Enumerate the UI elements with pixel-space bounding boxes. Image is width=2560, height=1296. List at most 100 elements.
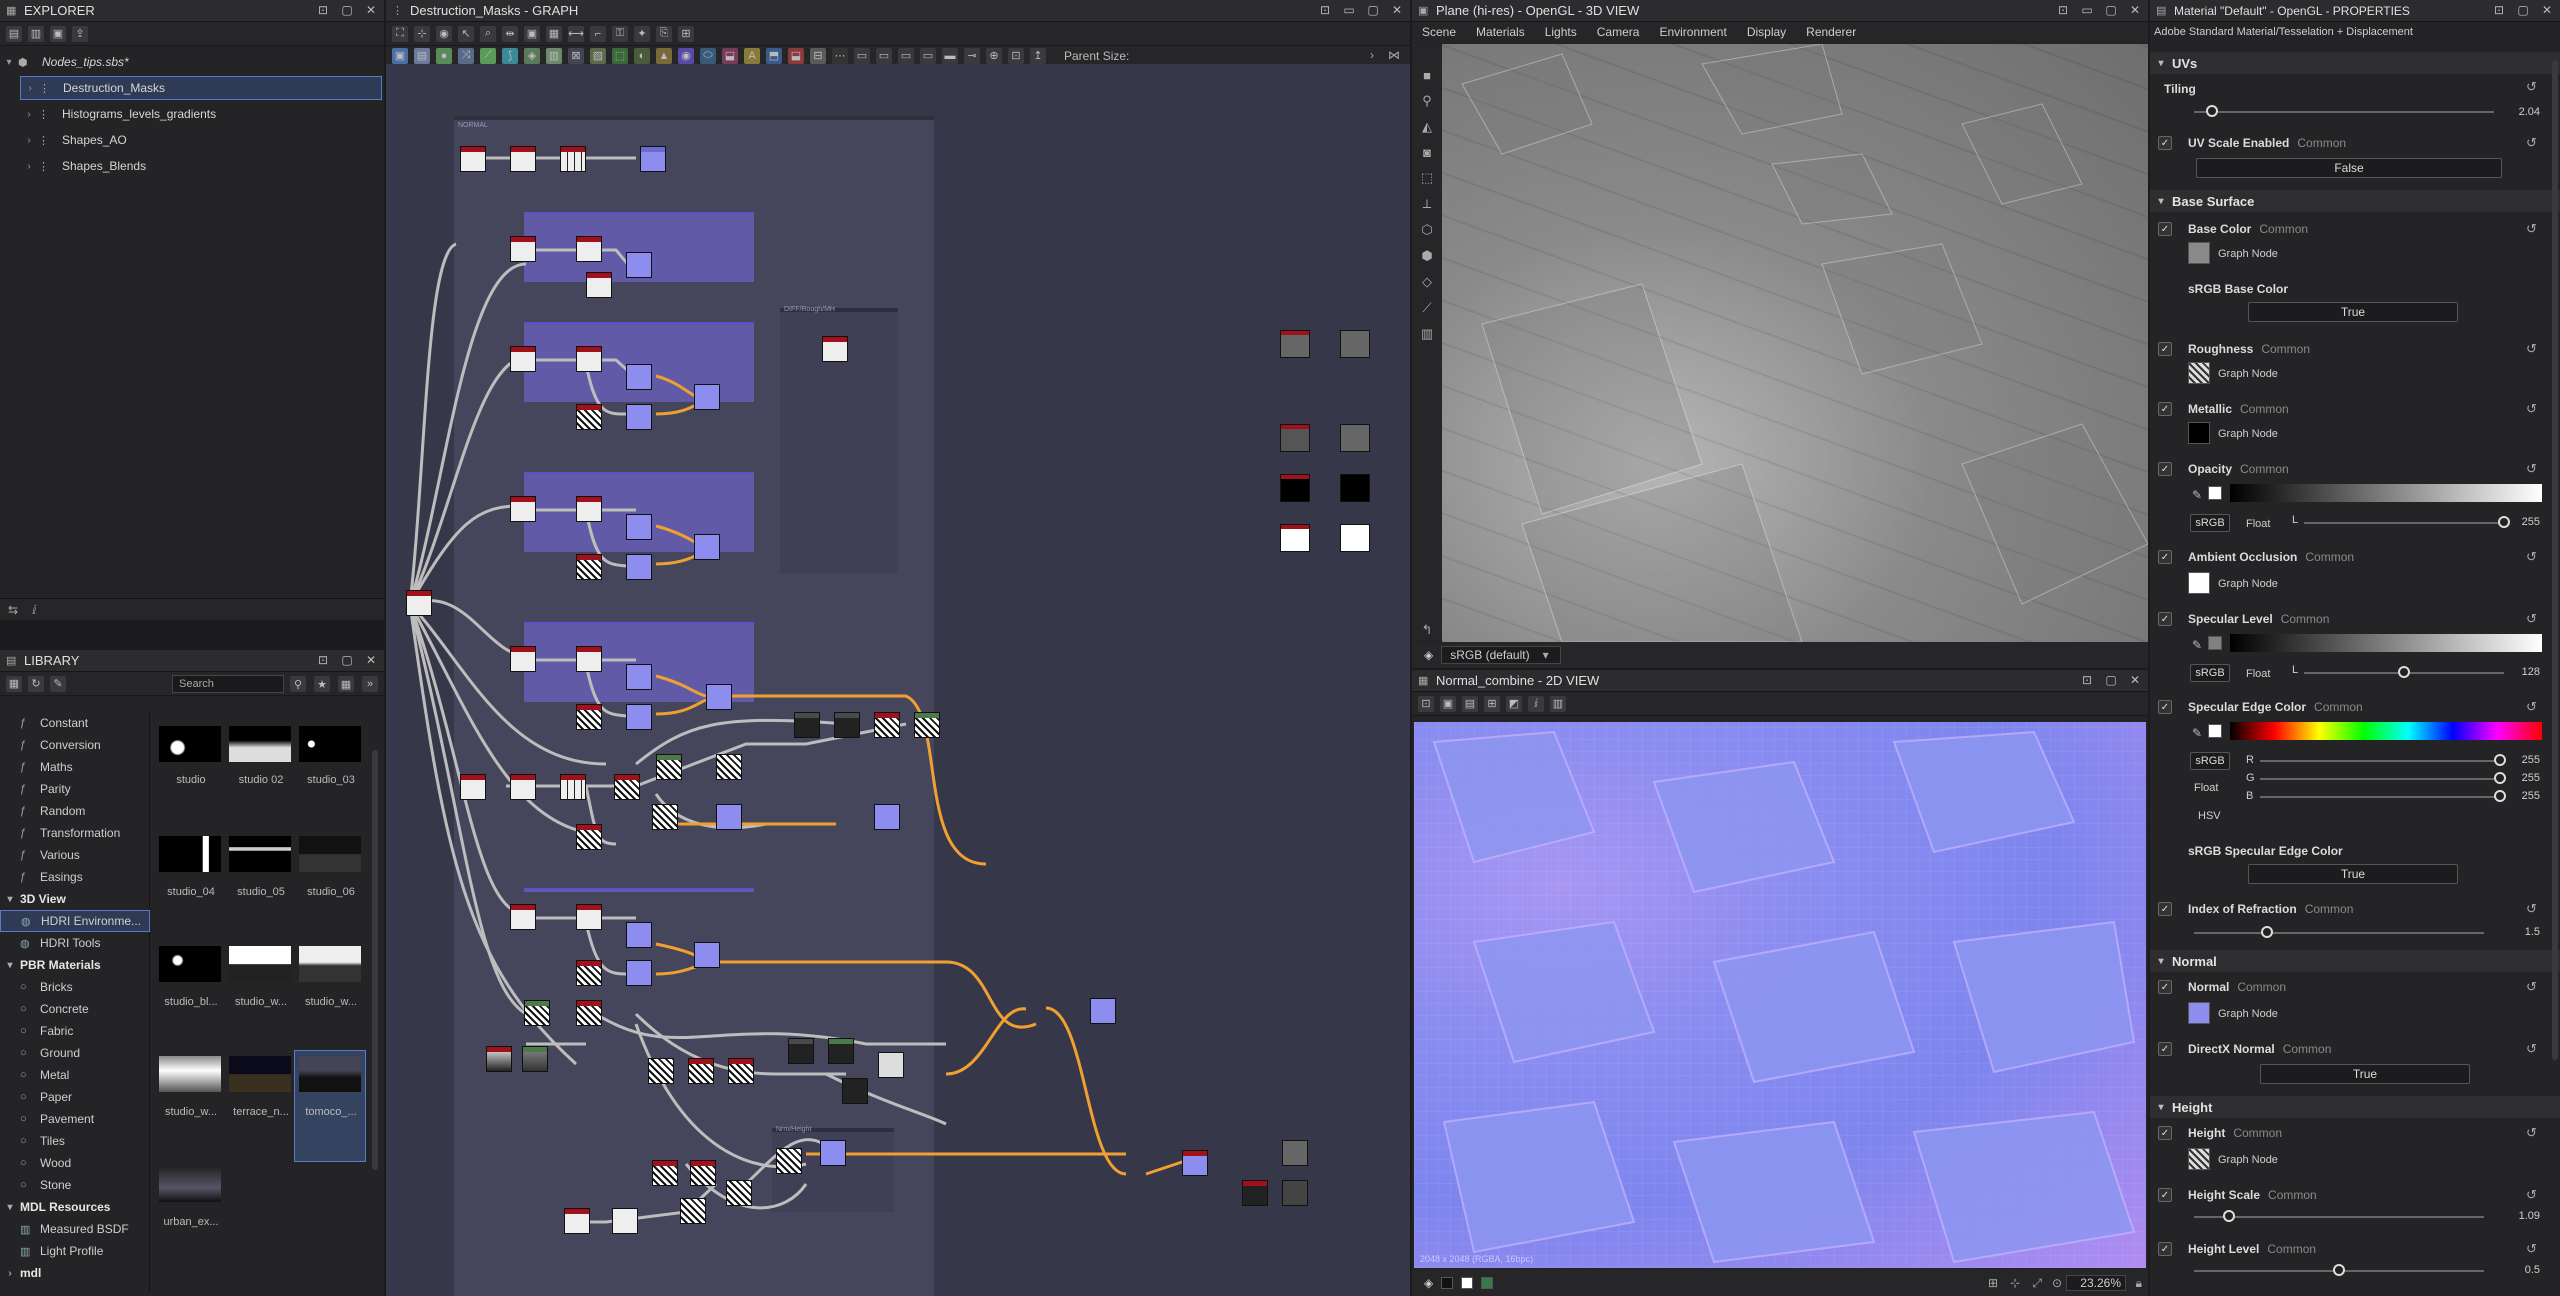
spectrum-gradient[interactable] — [2230, 722, 2542, 740]
thumb-urban[interactable] — [159, 1166, 221, 1202]
grid-icon[interactable]: ⊞ — [678, 25, 694, 42]
tiling-slider[interactable] — [2194, 111, 2494, 113]
opacity-srgb-button[interactable]: sRGB — [2190, 514, 2230, 532]
graph-node[interactable] — [612, 1208, 638, 1234]
save-image-icon[interactable]: ▣ — [1440, 695, 1456, 712]
eyedropper-icon[interactable]: ✎ — [2192, 638, 2202, 652]
base-color-swatch[interactable] — [2188, 242, 2210, 264]
pin-icon[interactable]: ⊡ — [2492, 3, 2506, 17]
grid-view-icon[interactable]: ▦ — [338, 676, 354, 692]
graph-node[interactable] — [694, 534, 720, 560]
tree-item-destruction-masks[interactable]: › ⋮ Destruction_Masks — [20, 76, 382, 100]
output-node-roughness-2[interactable] — [1340, 424, 1370, 452]
r-slider[interactable] — [2260, 760, 2504, 762]
graph-node[interactable] — [834, 712, 860, 738]
graph-node[interactable] — [728, 1058, 754, 1084]
specular-level-knob[interactable] — [2398, 666, 2410, 678]
maximize-icon[interactable]: ▢ — [340, 653, 354, 667]
bg-black-icon[interactable] — [1441, 1277, 1454, 1289]
graph-node[interactable] — [576, 404, 602, 430]
graph-node[interactable] — [614, 774, 640, 800]
eyedropper-icon[interactable]: ✎ — [2192, 726, 2202, 740]
graph-node[interactable] — [510, 774, 536, 800]
thumb-tomoco[interactable] — [299, 1056, 361, 1092]
graph-node[interactable] — [626, 960, 652, 986]
height-checkbox[interactable]: ✓ — [2158, 1126, 2172, 1140]
graph-node[interactable] — [510, 146, 536, 172]
graph-node[interactable] — [694, 942, 720, 968]
atomic-pixel-icon[interactable]: ⬒ — [766, 47, 782, 64]
reset-icon[interactable]: ↺ — [2526, 550, 2540, 564]
reset-icon[interactable]: ↺ — [2526, 222, 2540, 236]
close-icon[interactable]: ✕ — [1390, 3, 1404, 17]
filter-icon[interactable]: ⚲ — [290, 676, 306, 692]
normal-checkbox[interactable]: ✓ — [2158, 980, 2172, 994]
axis-icon[interactable]: ⟂ — [1423, 196, 1432, 212]
fit-view-icon[interactable]: ⤢ — [2032, 1276, 2042, 1291]
height-scale-checkbox[interactable]: ✓ — [2158, 1188, 2172, 1202]
output-node[interactable] — [1282, 1140, 1308, 1166]
graph-node[interactable] — [626, 554, 652, 580]
graph-node[interactable] — [560, 774, 586, 800]
reset-icon[interactable]: ↺ — [2526, 80, 2540, 94]
specular-edge-srgb-button[interactable]: sRGB — [2190, 752, 2230, 770]
graph-node[interactable] — [510, 904, 536, 930]
output-node-ao-2[interactable] — [1340, 524, 1370, 552]
thumb-studio-02[interactable] — [229, 726, 291, 762]
graph-node[interactable] — [626, 704, 652, 730]
fit-icon[interactable]: ⊡ — [1418, 695, 1434, 712]
graph-node[interactable] — [460, 146, 486, 172]
opacity-knob[interactable] — [2498, 516, 2510, 528]
graph-node[interactable] — [510, 646, 536, 672]
frame-all-icon[interactable]: ⛶ — [392, 25, 408, 42]
uv-icon[interactable]: ◇ — [1422, 274, 1432, 290]
picker-icon[interactable]: ⊹ — [2010, 1276, 2020, 1290]
zoom-icon[interactable]: ⊙ — [2052, 1276, 2062, 1290]
lib-cat-random[interactable]: ƒ Random — [0, 800, 150, 822]
lib-cat-conversion[interactable]: ƒ Conversion — [0, 734, 150, 756]
thumb-studio-05[interactable] — [229, 836, 291, 872]
lib-cat-fabric[interactable]: ○ Fabric — [0, 1020, 150, 1042]
output-node[interactable] — [1282, 1180, 1308, 1206]
ao-checkbox[interactable]: ✓ — [2158, 550, 2172, 564]
atomic-passthrough-icon[interactable]: ▭ — [898, 47, 914, 64]
atomic-text-icon[interactable]: A — [744, 47, 760, 64]
section-normal[interactable]: ▾ Normal — [2150, 950, 2560, 972]
graph-node[interactable] — [820, 1140, 846, 1166]
atomic-blend-icon[interactable]: ⤨ — [458, 47, 474, 64]
colorspace-icon[interactable]: ◈ — [1424, 1276, 1433, 1290]
atomic-hsl-icon[interactable]: ◈ — [524, 47, 540, 64]
opacity-swatch[interactable] — [2208, 486, 2222, 500]
tree-view-icon[interactable]: ⇆ — [8, 603, 18, 617]
atomic-color-icon[interactable]: ▭ — [876, 47, 892, 64]
graph-node[interactable] — [576, 904, 602, 930]
view2d-image[interactable]: 2048 x 2048 (RGBA, 16bpc) — [1414, 722, 2146, 1268]
uv-scale-toggle[interactable]: False — [2196, 158, 2502, 178]
b-knob[interactable] — [2494, 790, 2506, 802]
reset-icon[interactable]: ↺ — [2526, 1188, 2540, 1202]
collapse-arrow-icon[interactable]: ▾ — [0, 960, 20, 971]
close-icon[interactable]: ✕ — [364, 653, 378, 667]
tiling-icon[interactable]: ⊞ — [1484, 695, 1500, 712]
output-node-metallic[interactable] — [1280, 474, 1310, 502]
expand-arrow-icon[interactable]: › — [0, 1268, 20, 1279]
channel-icon[interactable]: ◩ — [1506, 695, 1522, 712]
specular-edge-swatch[interactable] — [2208, 724, 2222, 738]
graph-node[interactable] — [576, 236, 602, 262]
lib-cat-measured-bsdf[interactable]: ▥ Measured BSDF — [0, 1218, 150, 1240]
view3d-viewport[interactable] — [1442, 44, 2148, 642]
export-node-icon[interactable]: ⎘ — [656, 25, 672, 42]
collapse-arrow-icon[interactable]: ▾ — [0, 894, 20, 905]
b-slider[interactable] — [2260, 796, 2504, 798]
reset-icon[interactable]: ↺ — [2526, 612, 2540, 626]
package-row[interactable]: ▾ ⬢ Nodes_tips.sbs* — [0, 50, 384, 74]
atomic-emboss-icon[interactable]: ▧ — [590, 47, 606, 64]
graph-node[interactable] — [788, 1038, 814, 1064]
menu-display[interactable]: Display — [1747, 25, 1786, 39]
atomic-fill-icon[interactable]: ● — [436, 47, 452, 64]
maximize-icon[interactable]: ▢ — [340, 3, 354, 17]
close-icon[interactable]: ✕ — [2540, 3, 2554, 17]
mesh-icon[interactable]: ⬢ — [1421, 248, 1432, 264]
graph-canvas[interactable]: NORMAL DIFF/Rough/MH Nrm/Height — [386, 64, 1410, 1296]
specular-level-swatch[interactable] — [2208, 636, 2222, 650]
